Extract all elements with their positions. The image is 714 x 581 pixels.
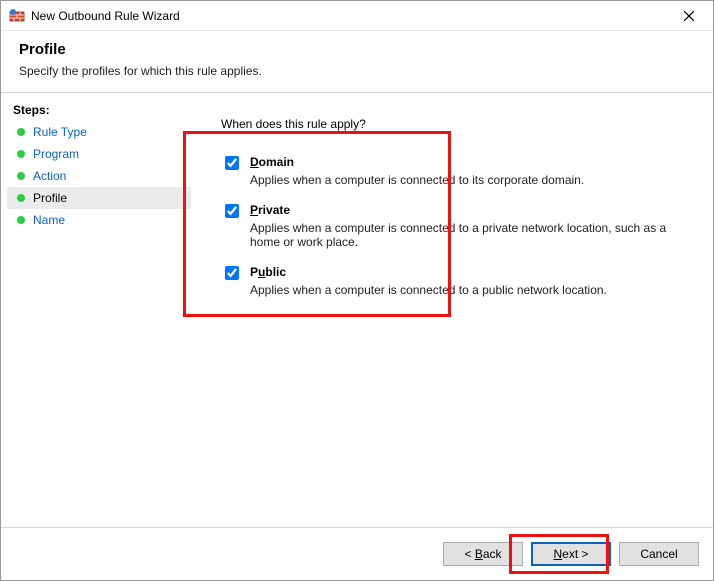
wizard-footer: < Back Next > Cancel [1, 527, 713, 580]
cancel-button[interactable]: Cancel [619, 542, 699, 566]
page-title: Profile [19, 41, 695, 58]
wizard-window: New Outbound Rule Wizard Profile Specify… [0, 0, 714, 581]
step-label: Program [33, 147, 79, 161]
profile-domain-desc: Applies when a computer is connected to … [250, 173, 584, 187]
step-label: Action [33, 169, 66, 183]
step-label: Profile [33, 191, 67, 205]
profile-private-label: Private [250, 203, 670, 217]
step-profile[interactable]: Profile [7, 187, 191, 209]
step-name[interactable]: Name [7, 209, 191, 231]
profile-public-checkbox[interactable] [225, 266, 239, 280]
step-rule-type[interactable]: Rule Type [7, 121, 191, 143]
profile-private-checkbox[interactable] [225, 204, 239, 218]
profile-domain-checkbox[interactable] [225, 156, 239, 170]
close-button[interactable] [669, 2, 709, 30]
page-subtitle: Specify the profiles for which this rule… [19, 64, 695, 78]
titlebar: New Outbound Rule Wizard [1, 1, 713, 31]
close-icon [684, 11, 694, 21]
profile-public: Public Applies when a computer is connect… [221, 265, 693, 297]
step-label: Rule Type [33, 125, 87, 139]
window-title: New Outbound Rule Wizard [31, 9, 669, 23]
profile-prompt: When does this rule apply? [221, 117, 693, 131]
profile-public-label: Public [250, 265, 607, 279]
steps-sidebar: Steps: Rule Type Program Action Profile Name [1, 93, 191, 527]
step-bullet-icon [17, 194, 25, 202]
firewall-icon [9, 8, 25, 24]
step-bullet-icon [17, 150, 25, 158]
steps-heading: Steps: [7, 99, 191, 121]
wizard-header: Profile Specify the profiles for which t… [1, 31, 713, 93]
step-program[interactable]: Program [7, 143, 191, 165]
profile-domain-label: Domain [250, 155, 584, 169]
wizard-body: Steps: Rule Type Program Action Profile Name… [1, 93, 713, 527]
profile-private: Private Applies when a computer is connec… [221, 203, 693, 249]
next-button[interactable]: Next > [531, 542, 611, 566]
profile-domain: Domain Applies when a computer is connect… [221, 155, 693, 187]
wizard-main: When does this rule apply? Domain Applies… [191, 93, 713, 527]
profile-private-desc: Applies when a computer is connected to … [250, 221, 670, 249]
step-action[interactable]: Action [7, 165, 191, 187]
step-label: Name [33, 213, 65, 227]
back-button[interactable]: < Back [443, 542, 523, 566]
step-bullet-icon [17, 128, 25, 136]
step-bullet-icon [17, 172, 25, 180]
step-bullet-icon [17, 216, 25, 224]
profile-public-desc: Applies when a computer is connected to … [250, 283, 607, 297]
